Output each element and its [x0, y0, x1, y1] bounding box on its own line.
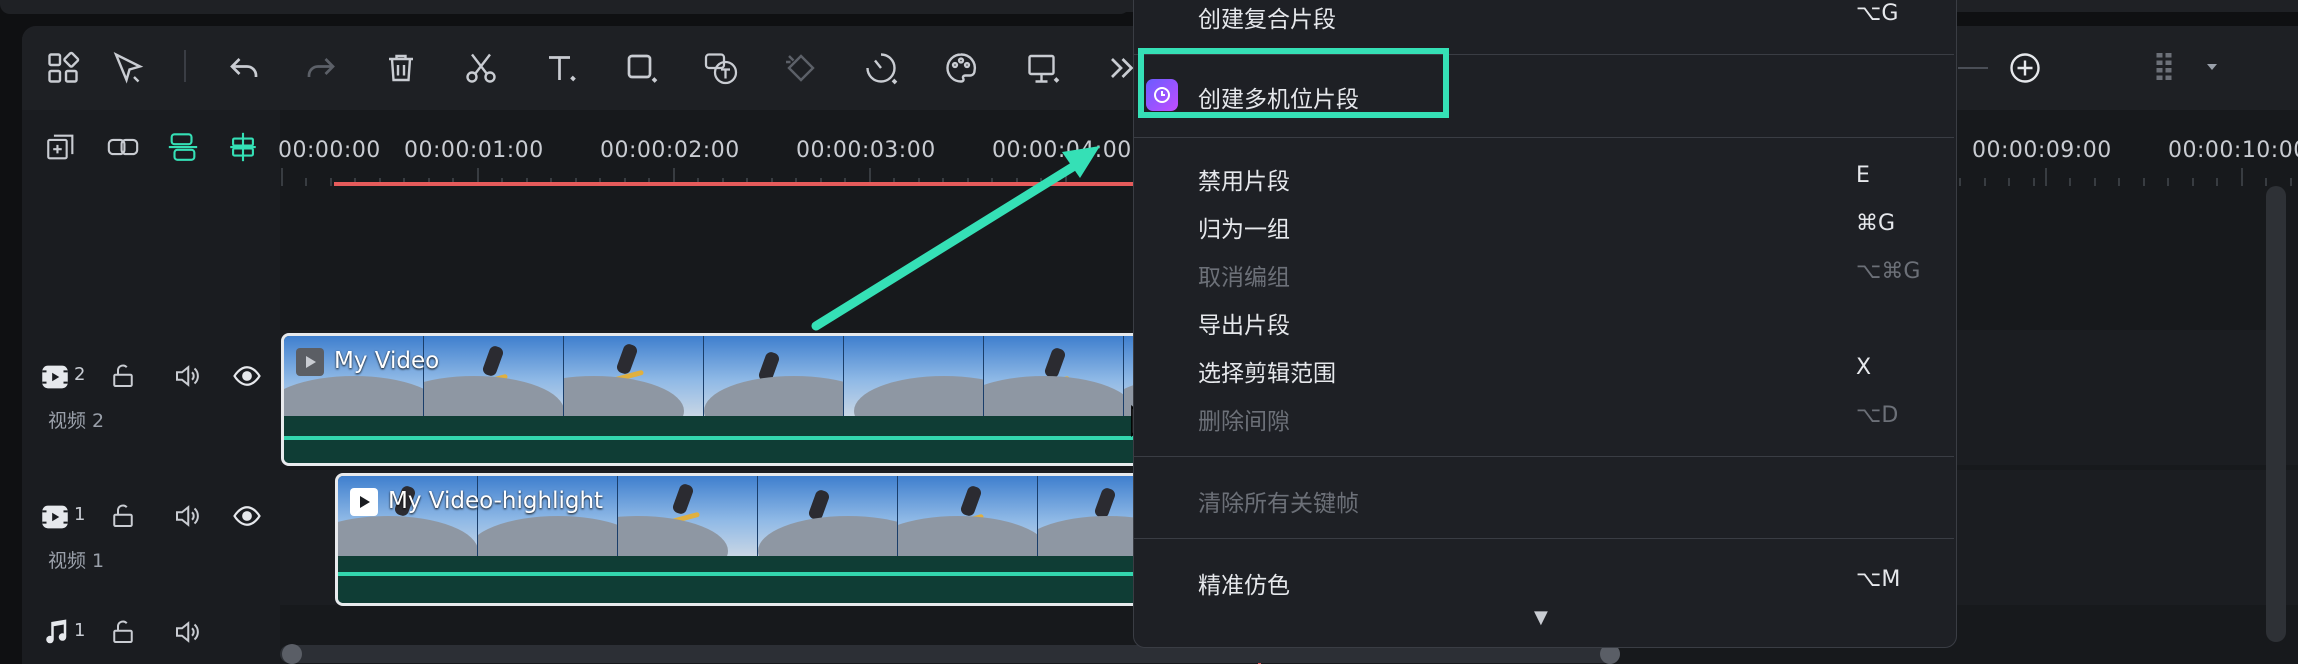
- chevron-down-icon[interactable]: [2206, 62, 2218, 72]
- track-number: 1: [74, 504, 86, 525]
- link-icon[interactable]: [106, 130, 140, 164]
- menu-item-shortcut: ⌥D: [1856, 403, 1899, 428]
- zoom-in-icon[interactable]: [2001, 44, 2049, 92]
- clip-play-icon: [350, 488, 378, 516]
- speed-icon[interactable]: [857, 44, 905, 92]
- menu-item-label: 选择剪辑范围: [1198, 361, 1336, 387]
- video-clip[interactable]: My Video: [281, 333, 1187, 466]
- layout-icon[interactable]: [39, 44, 87, 92]
- menu-item-ungroup[interactable]: 取消编组 ⌥⌘G: [1134, 249, 1954, 297]
- menu-item-export-clip[interactable]: 导出片段: [1134, 297, 1954, 345]
- snap-icon[interactable]: [166, 130, 200, 164]
- menu-separator: [1134, 456, 1954, 457]
- ruler-time: 00:00:01:00: [404, 138, 544, 163]
- menu-item-delete-gaps[interactable]: 删除间隙 ⌥D: [1134, 393, 1954, 441]
- menu-item-create-compound-clip[interactable]: 创建复合片段 ⌥G: [1134, 0, 1954, 39]
- menu-item-label: 清除所有关键帧: [1198, 491, 1359, 517]
- menu-item-shortcut: ⌥G: [1856, 1, 1899, 26]
- menu-item-clear-keyframes[interactable]: 清除所有关键帧: [1134, 475, 1954, 523]
- menu-item-select-range[interactable]: 选择剪辑范围 X: [1134, 345, 1954, 393]
- menu-item-disable-clip[interactable]: 禁用片段 E: [1134, 153, 1954, 201]
- clip-title: My Video-highlight: [388, 488, 604, 514]
- clip-title: My Video: [334, 348, 440, 374]
- select-tool-icon[interactable]: [104, 44, 152, 92]
- clip-audio-waveform: [338, 556, 1184, 603]
- annotation-arrow: [811, 146, 1100, 331]
- color-icon[interactable]: [937, 44, 985, 92]
- ruler-time: 00:00:02:00: [600, 138, 740, 163]
- menu-item-shortcut: X: [1856, 355, 1872, 380]
- ruler-time: 00:00:00: [278, 138, 381, 163]
- video-clip[interactable]: My Video-highlight: [335, 473, 1187, 606]
- video-track-icon: [38, 500, 72, 534]
- menu-separator: [1134, 538, 1954, 539]
- track-number: 2: [74, 364, 86, 385]
- lock-icon[interactable]: [108, 501, 138, 531]
- top-panel-edge: [0, 0, 1130, 14]
- delete-icon[interactable]: [377, 44, 425, 92]
- undo-icon[interactable]: [220, 44, 268, 92]
- keyframe-icon[interactable]: [777, 44, 825, 92]
- volume-icon[interactable]: [172, 501, 202, 531]
- menu-scroll-down-icon[interactable]: ▼: [1534, 607, 1548, 628]
- eye-icon[interactable]: [232, 501, 262, 531]
- scroll-handle-left[interactable]: [282, 644, 302, 664]
- speech-to-text-icon[interactable]: [697, 44, 745, 92]
- eye-icon[interactable]: [232, 361, 262, 391]
- ruler-time: 00:00:09:00: [1972, 138, 2112, 163]
- redo-icon[interactable]: [297, 44, 345, 92]
- crop-icon[interactable]: [1019, 44, 1067, 92]
- add-track-icon[interactable]: [44, 130, 78, 164]
- shape-icon[interactable]: [617, 44, 665, 92]
- menu-item-label: 精准仿色: [1198, 573, 1290, 599]
- menu-item-shortcut: ⌥⌘G: [1856, 259, 1921, 284]
- highlight-box: [1138, 48, 1449, 118]
- menu-item-label: 删除间隙: [1198, 409, 1290, 435]
- video-track-icon: [38, 360, 72, 394]
- marker-icon[interactable]: [226, 130, 260, 164]
- menu-item-shortcut: ⌥M: [1856, 567, 1901, 592]
- volume-icon[interactable]: [172, 617, 202, 647]
- menu-separator: [1134, 137, 1954, 138]
- lock-icon[interactable]: [108, 361, 138, 391]
- track-options-icon[interactable]: [2143, 44, 2191, 92]
- zoom-slider[interactable]: [1958, 67, 1988, 69]
- menu-item-shortcut: E: [1856, 163, 1870, 188]
- music-track-icon: [40, 617, 70, 647]
- menu-item-color-match[interactable]: 精准仿色 ⌥M: [1134, 557, 1954, 605]
- track-label: 视频 2: [48, 410, 105, 432]
- menu-item-label: 取消编组: [1198, 265, 1290, 291]
- track-label: 视频 1: [48, 550, 105, 572]
- menu-item-group[interactable]: 归为一组 ⌘G: [1134, 201, 1954, 249]
- menu-item-shortcut: ⌘G: [1856, 211, 1896, 236]
- menu-item-label: 创建复合片段: [1198, 7, 1336, 33]
- track-number: 1: [74, 620, 86, 641]
- menu-item-label: 导出片段: [1198, 313, 1290, 339]
- menu-item-label: 归为一组: [1198, 217, 1290, 243]
- vertical-scrollbar[interactable]: [2266, 186, 2286, 642]
- menu-item-label: 禁用片段: [1198, 169, 1290, 195]
- cut-icon[interactable]: [457, 44, 505, 92]
- ruler-time: 00:00:10:00: [2168, 138, 2298, 163]
- toolbar-divider: [184, 50, 186, 82]
- clip-play-icon: [296, 348, 324, 376]
- lock-icon[interactable]: [108, 617, 138, 647]
- text-icon[interactable]: [537, 44, 585, 92]
- clip-audio-waveform: [284, 416, 1184, 463]
- volume-icon[interactable]: [172, 361, 202, 391]
